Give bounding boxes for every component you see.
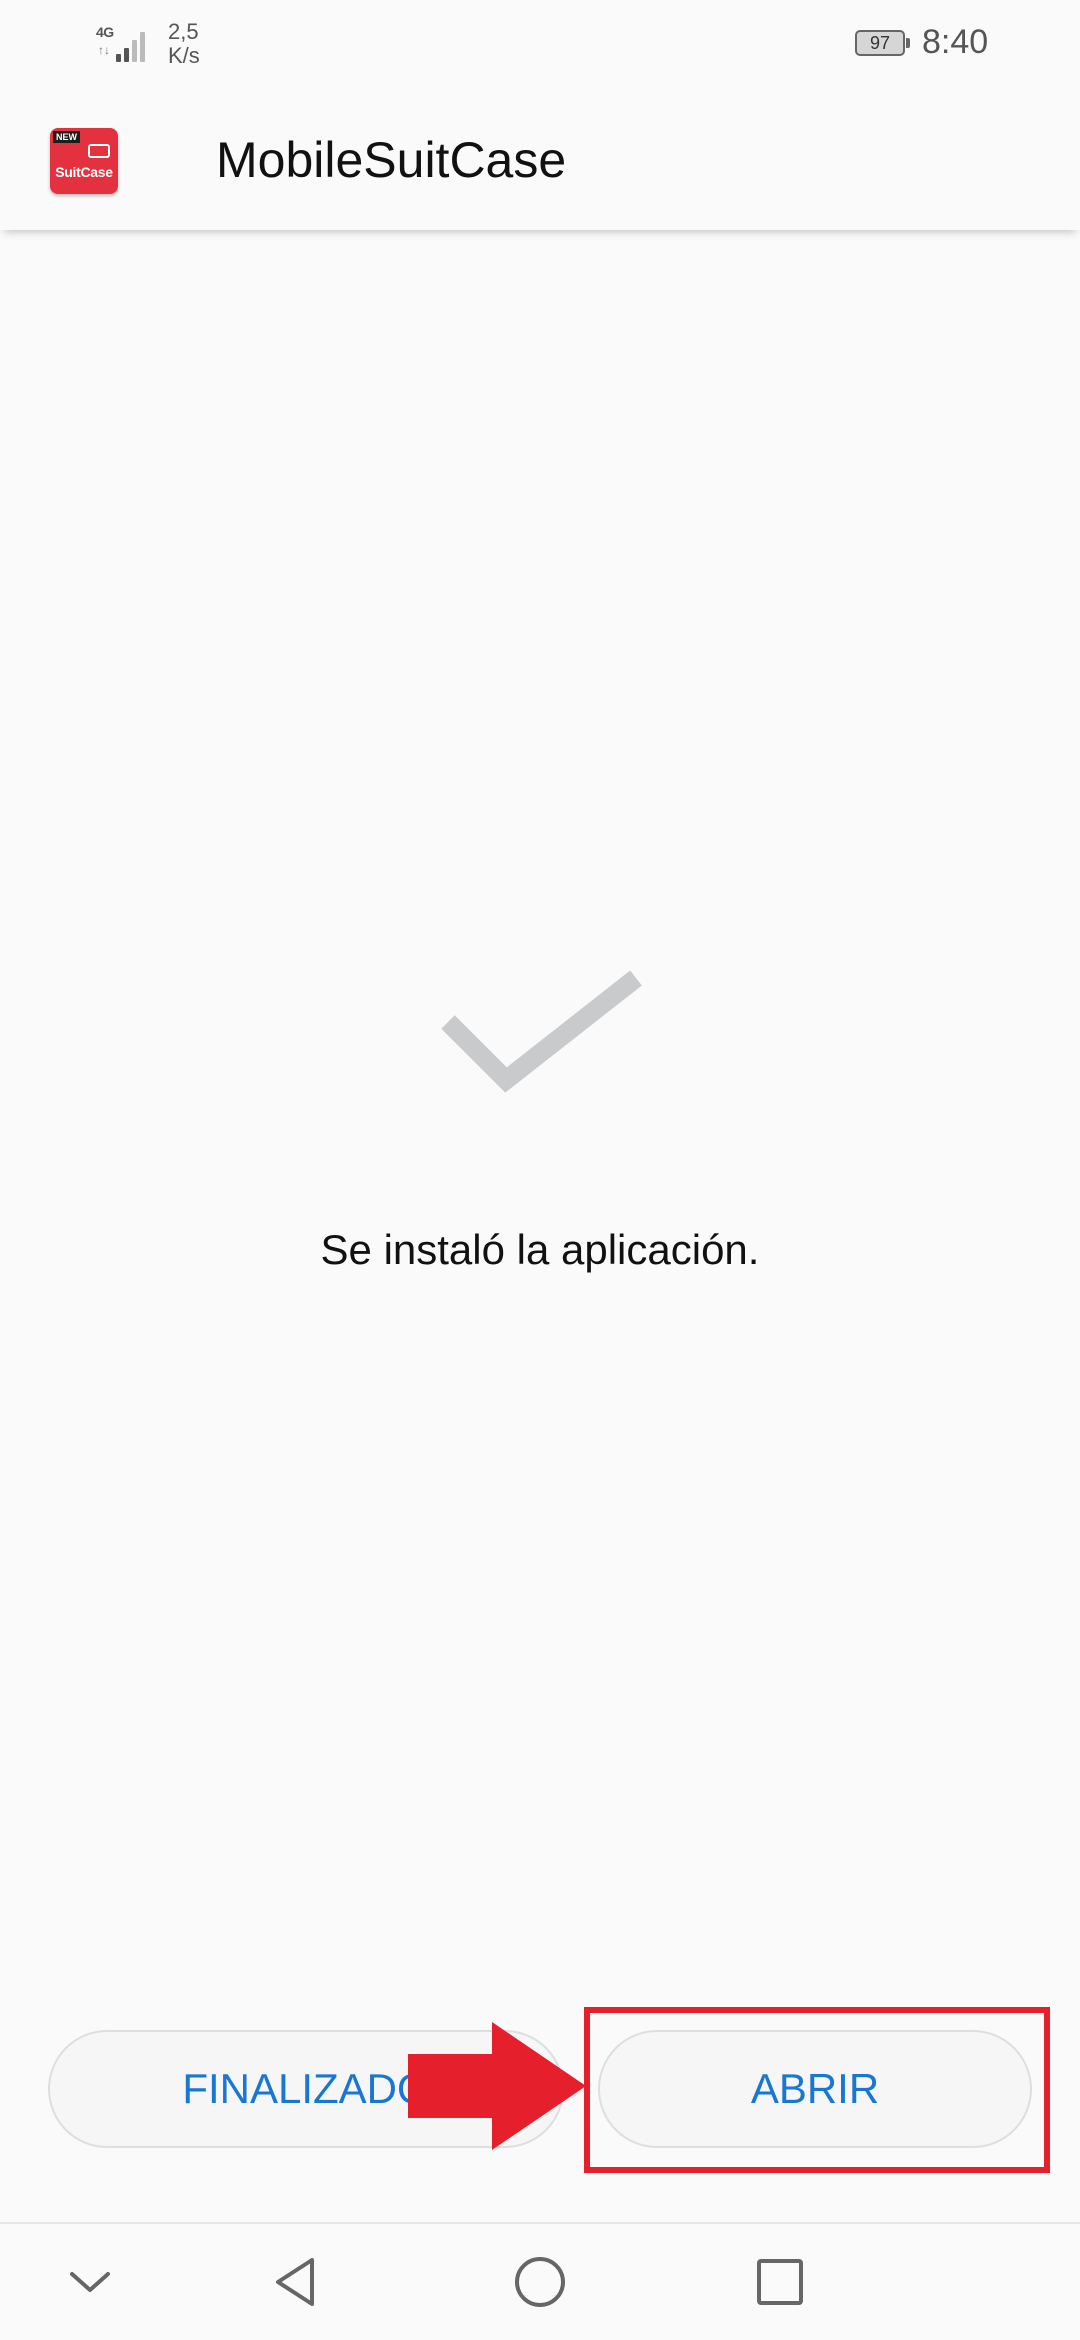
- battery-level: 97: [869, 33, 891, 53]
- battery-icon: 97: [855, 30, 910, 56]
- app-title: MobileSuitCase: [216, 132, 567, 188]
- app-logo-icon: NEW SuitCase: [50, 128, 118, 194]
- chevron-down-icon[interactable]: [52, 2244, 128, 2320]
- signal-bar-4: [140, 32, 145, 62]
- network-type: 4G: [96, 24, 114, 40]
- back-triangle-icon[interactable]: [262, 2244, 338, 2320]
- red-arrow-icon: [408, 2022, 586, 2150]
- network-speed: 2,5 K/s: [168, 20, 200, 68]
- app-header: NEW SuitCase MobileSuitCase: [0, 90, 1080, 230]
- network-speed-unit: K/s: [168, 43, 200, 68]
- home-circle-icon[interactable]: [502, 2244, 578, 2320]
- highlight-box: [584, 2007, 1050, 2173]
- suitcase-icon: [88, 144, 110, 158]
- status-time: 8:40: [922, 23, 989, 61]
- signal-bar-2: [124, 48, 129, 62]
- navigation-bar: [0, 2222, 1080, 2340]
- checkmark-icon: [441, 970, 642, 1093]
- recents-square-icon[interactable]: [742, 2244, 818, 2320]
- cell-signal-icon: 4G ↑↓: [96, 22, 152, 62]
- app-logo-text: SuitCase: [55, 164, 113, 180]
- signal-bar-1: [116, 54, 121, 62]
- network-speed-value: 2,5: [168, 19, 199, 44]
- app-logo-badge: NEW: [53, 131, 80, 143]
- signal-bar-3: [132, 40, 137, 62]
- data-activity-icon: ↑↓: [98, 43, 110, 57]
- status-bar: 4G ↑↓ 2,5 K/s 97 8:40: [0, 0, 1080, 90]
- install-success-message: Se instaló la aplicación.: [320, 1226, 760, 1273]
